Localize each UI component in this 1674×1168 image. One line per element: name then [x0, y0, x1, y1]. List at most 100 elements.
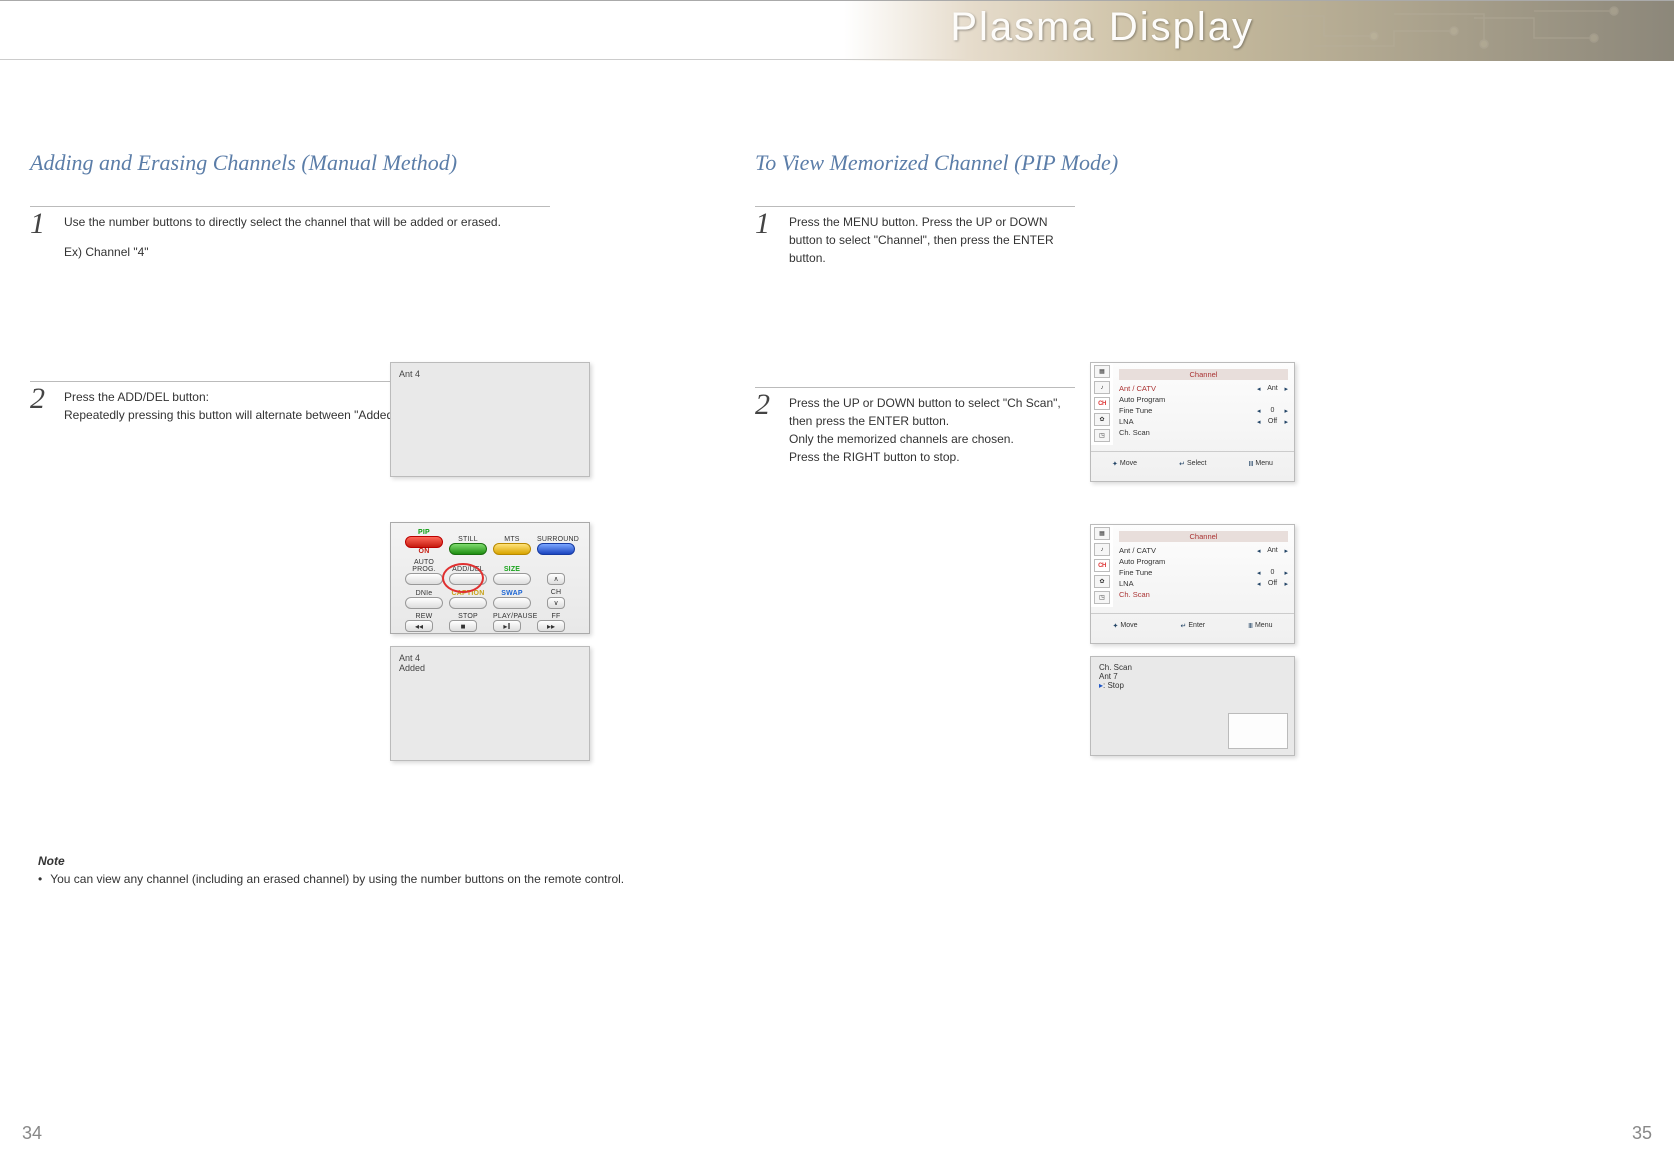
- menu-icon: Ⅲ: [1248, 622, 1253, 630]
- rew-label: REW: [405, 613, 443, 620]
- caption-button[interactable]: [449, 597, 487, 609]
- step-1-body: Use the number buttons to directly selec…: [64, 213, 501, 231]
- menu-footer: ✦Move ↵Select ⅢMenu: [1091, 451, 1294, 471]
- surround-button[interactable]: [537, 543, 575, 555]
- autoprog-button[interactable]: [405, 573, 443, 585]
- pip-subpicture: [1228, 713, 1288, 749]
- size-button[interactable]: [493, 573, 531, 585]
- still-label: STILL: [449, 536, 487, 543]
- ff-button[interactable]: ▸▸: [537, 620, 565, 632]
- arrow-right-icon: ▸: [1284, 569, 1288, 577]
- menu-row-scan[interactable]: Ch. Scan: [1119, 427, 1288, 438]
- menu-row-fine[interactable]: Fine Tune◂0▸: [1119, 567, 1288, 578]
- play-label: PLAY/PAUSE: [493, 613, 531, 620]
- rew-button[interactable]: ◂◂: [405, 620, 433, 632]
- menu-row-fine[interactable]: Fine Tune◂0▸: [1119, 405, 1288, 416]
- step2r-l1: Press the UP or DOWN button to select "C…: [789, 394, 1075, 430]
- scan-l1: Ch. Scan: [1099, 663, 1286, 672]
- arrow-left-icon: ◂: [1257, 385, 1261, 393]
- menu-title: Channel: [1119, 531, 1288, 542]
- page-number-left: 34: [22, 1123, 42, 1144]
- page-number-right: 35: [1632, 1123, 1652, 1144]
- step-number: 2: [755, 394, 777, 466]
- section-title-right: To View Memorized Channel (PIP Mode): [755, 150, 1475, 176]
- channel-menu-icon: CH: [1094, 559, 1110, 572]
- step-2-right: 2 Press the UP or DOWN button to select …: [755, 394, 1075, 466]
- right-page: To View Memorized Channel (PIP Mode) 1 P…: [755, 150, 1475, 486]
- osd-menu-2: ▦ ♪ CH ✿ ◳ Channel Ant / CATV◂Ant▸ Auto …: [1090, 524, 1295, 644]
- setup-menu-icon: ✿: [1094, 413, 1110, 426]
- arrow-right-icon: ▸: [1284, 418, 1288, 426]
- play-pause-button[interactable]: ▸‖: [493, 620, 521, 632]
- stop-button[interactable]: ■: [449, 620, 477, 632]
- swap-button[interactable]: [493, 597, 531, 609]
- arrow-right-icon: ▸: [1284, 385, 1288, 393]
- caption-label: CAPTION: [449, 590, 487, 597]
- step-text: Use the number buttons to directly selec…: [64, 213, 501, 261]
- menu-row-ant[interactable]: Ant / CATV◂Ant▸: [1119, 545, 1288, 556]
- enter-icon: ↵: [1181, 622, 1187, 630]
- ch-down-button[interactable]: ∨: [547, 597, 565, 609]
- arrow-left-icon: ◂: [1257, 547, 1261, 555]
- surround-label: SURROUND: [537, 536, 575, 543]
- pip-on-button[interactable]: [405, 536, 443, 548]
- updown-icon: ✦: [1112, 460, 1118, 468]
- menu-category-icons: ▦ ♪ CH ✿ ◳: [1091, 525, 1113, 607]
- menu-row-scan[interactable]: Ch. Scan: [1119, 589, 1288, 600]
- left-page: Adding and Erasing Channels (Manual Meth…: [30, 150, 750, 886]
- menu-row-auto[interactable]: Auto Program: [1119, 394, 1288, 405]
- fast-forward-icon: ▸▸: [547, 622, 555, 631]
- on-label: ON: [405, 548, 443, 555]
- chevron-up-icon: ∧: [553, 575, 558, 583]
- screen-preview-1: Ant 4: [390, 362, 590, 477]
- step-text: Press the MENU button. Press the UP or D…: [789, 213, 1075, 267]
- menu-row-auto[interactable]: Auto Program: [1119, 556, 1288, 567]
- rewind-icon: ◂◂: [415, 622, 423, 631]
- dnie-label: DNIe: [405, 590, 443, 597]
- scan-stop: ▸: Stop: [1099, 681, 1286, 690]
- osd3-l2: Added: [399, 663, 581, 673]
- ch-up-button[interactable]: ∧: [547, 573, 565, 585]
- adddel-label: ADD/DEL: [449, 566, 487, 573]
- stop-icon: ■: [461, 622, 466, 631]
- stop-label: STOP: [449, 613, 487, 620]
- picture-menu-icon: ▦: [1094, 365, 1110, 378]
- menu-category-icons: ▦ ♪ CH ✿ ◳: [1091, 363, 1113, 445]
- dnie-button[interactable]: [405, 597, 443, 609]
- play-pause-icon: ▸‖: [503, 622, 510, 631]
- circuit-decoration: [1274, 6, 1634, 56]
- pip-label: PIP: [405, 529, 443, 536]
- menu-title: Channel: [1119, 369, 1288, 380]
- setup-menu-icon: ✿: [1094, 575, 1110, 588]
- arrow-right-icon: ▸: [1284, 580, 1288, 588]
- still-button[interactable]: [449, 543, 487, 555]
- divider: [755, 206, 1075, 207]
- menu-row-ant[interactable]: Ant / CATV◂Ant▸: [1119, 383, 1288, 394]
- menu-row-lna[interactable]: LNA◂Off▸: [1119, 416, 1288, 427]
- step-text: Press the UP or DOWN button to select "C…: [789, 394, 1075, 466]
- screen-preview-2: Ant 4 Added: [390, 646, 590, 761]
- step2r-l2: Only the memorized channels are chosen.: [789, 430, 1075, 448]
- note-text: You can view any channel (including an e…: [50, 872, 624, 886]
- pip-menu-icon: ◳: [1094, 591, 1110, 604]
- step-1-left: 1 Use the number buttons to directly sel…: [30, 213, 550, 261]
- step-number: 2: [30, 388, 52, 424]
- channel-menu-icon: CH: [1094, 397, 1110, 410]
- sound-menu-icon: ♪: [1094, 381, 1110, 394]
- size-label: SIZE: [493, 566, 531, 573]
- arrow-left-icon: ◂: [1257, 418, 1261, 426]
- swap-label: SWAP: [493, 590, 531, 597]
- arrow-right-icon: ▸: [1284, 547, 1288, 555]
- scan-l2: Ant 7: [1099, 672, 1286, 681]
- arrow-right-icon: ▸: [1284, 407, 1288, 415]
- add-del-button[interactable]: [449, 573, 487, 585]
- menu-footer: ✦Move ↵Enter ⅢMenu: [1091, 613, 1294, 633]
- mts-button[interactable]: [493, 543, 531, 555]
- picture-menu-icon: ▦: [1094, 527, 1110, 540]
- pip-menu-icon: ◳: [1094, 429, 1110, 442]
- menu-row-lna[interactable]: LNA◂Off▸: [1119, 578, 1288, 589]
- step2r-l3: Press the RIGHT button to stop.: [789, 448, 1075, 466]
- mts-label: MTS: [493, 536, 531, 543]
- enter-icon: ↵: [1179, 460, 1185, 468]
- arrow-left-icon: ◂: [1257, 580, 1261, 588]
